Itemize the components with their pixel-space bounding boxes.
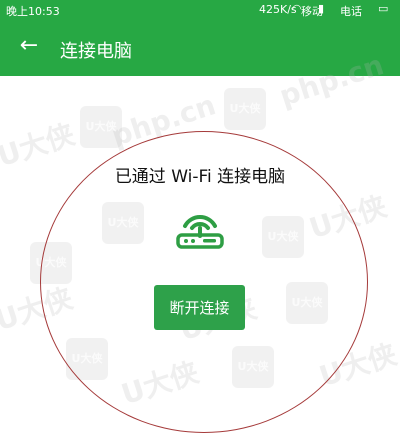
network-speed: 425K/s <box>259 3 297 16</box>
battery-icon: ▭ <box>378 2 389 15</box>
status-bar: 晚上10:53 425K/s ◠ ▮ 移动 电话 ▭ <box>0 0 400 19</box>
status-time: 晚上10:53 <box>6 5 60 18</box>
watermark-badge: U大侠 <box>224 88 266 130</box>
connection-status: 已通过 Wi-Fi 连接电脑 <box>114 167 286 187</box>
carrier-name: 移动 <box>301 5 323 18</box>
page-title: 连接电脑 <box>60 41 132 62</box>
router-icon <box>176 215 224 249</box>
main-content: U大侠 php.cn php.cn U大侠 U大侠 U大侠 U大侠 U大侠 U大… <box>0 48 400 433</box>
watermark-badge: U大侠 <box>80 106 122 148</box>
battery-label: 电话 <box>340 5 362 18</box>
disconnect-button[interactable]: 断开连接 <box>154 285 245 330</box>
back-arrow-icon[interactable]: ← <box>16 33 42 59</box>
